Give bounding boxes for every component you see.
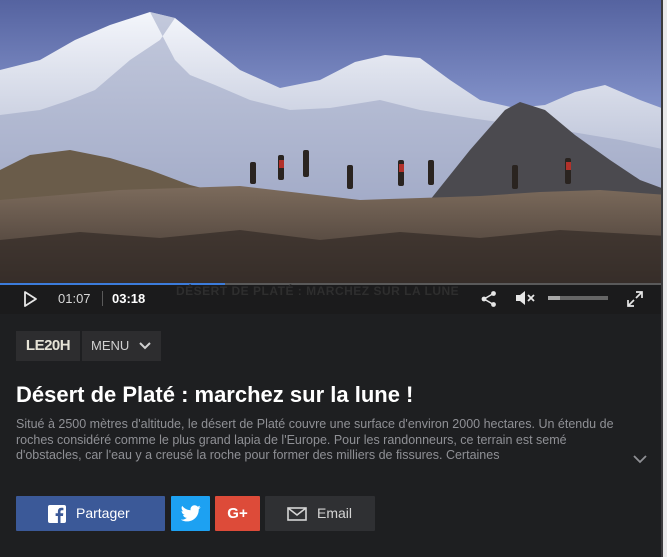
total-time: 03:18 <box>112 291 146 306</box>
email-icon <box>287 507 307 521</box>
menu-label: MENU <box>91 338 130 353</box>
video-player[interactable] <box>0 0 667 283</box>
page-scrollbar-gutter <box>663 0 667 557</box>
volume-slider[interactable] <box>548 296 608 300</box>
share-icon <box>481 291 496 307</box>
twitter-share-button[interactable] <box>171 496 210 531</box>
chevron-down-icon <box>139 342 151 350</box>
fullscreen-icon <box>627 291 643 307</box>
facebook-share-label: Partager <box>76 505 130 521</box>
chevron-down-icon <box>633 455 647 464</box>
volume-level <box>548 296 560 300</box>
video-caption-overlay: DÉSERT DE PLATÉ : MARCHEZ SUR LA LUNE <box>176 284 460 298</box>
time-separator <box>102 291 103 306</box>
menu-button[interactable]: MENU <box>82 331 161 361</box>
play-button[interactable] <box>21 290 39 308</box>
fullscreen-button[interactable] <box>626 290 644 308</box>
brand-logo[interactable]: LE20H <box>16 331 80 361</box>
email-share-button[interactable]: Email <box>265 496 375 531</box>
facebook-share-button[interactable]: Partager <box>16 496 165 531</box>
googleplus-icon: G+ <box>227 505 248 522</box>
current-time: 01:07 <box>58 291 91 306</box>
video-frame-mountain-scene <box>0 12 667 283</box>
facebook-icon <box>48 505 66 523</box>
article-title: Désert de Platé : marchez sur la lune ! <box>16 382 414 407</box>
article-description: Situé à 2500 mètres d'altitude, le déser… <box>16 417 614 462</box>
googleplus-share-button[interactable]: G+ <box>215 496 260 531</box>
email-share-label: Email <box>317 505 353 521</box>
mute-icon <box>516 291 535 305</box>
twitter-icon <box>181 505 201 522</box>
share-button[interactable] <box>480 290 498 308</box>
play-icon <box>24 291 37 307</box>
mute-button[interactable] <box>515 289 537 307</box>
expand-description-button[interactable] <box>632 452 648 464</box>
